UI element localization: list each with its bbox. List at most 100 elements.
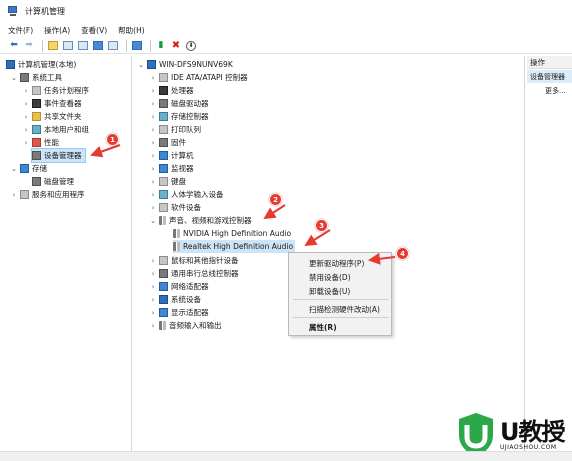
chevron-right-icon[interactable]: › (22, 126, 30, 134)
chevron-right-icon[interactable]: › (149, 270, 157, 278)
device-category-label: 软件设备 (171, 203, 201, 212)
chevron-right-icon[interactable]: › (10, 191, 18, 199)
tree-root-label: 计算机管理(本地) (18, 60, 77, 69)
chevron-right-icon[interactable]: › (149, 322, 157, 330)
toolbar-separator (42, 39, 43, 52)
device-category[interactable]: › 存储控制器 (149, 110, 209, 123)
tree-shared-folders[interactable]: › 共享文件夹 (22, 110, 82, 123)
chevron-right-icon[interactable]: › (149, 191, 157, 199)
device-category-label: 网络适配器 (171, 282, 209, 291)
device-category[interactable]: › 音频输入和输出 (149, 319, 222, 332)
device-category[interactable]: › 处理器 (149, 84, 194, 97)
tree-task-scheduler[interactable]: › 任务计划程序 (22, 84, 89, 97)
chevron-down-icon[interactable]: ⌄ (137, 61, 145, 69)
actions-more[interactable]: 更多... (545, 86, 566, 96)
properties-icon[interactable] (77, 40, 89, 52)
keyboard-icon (159, 177, 168, 186)
menu-view[interactable]: 查看(V) (81, 25, 107, 36)
tree-system-tools[interactable]: ⌄ 系统工具 (10, 71, 62, 84)
device-category[interactable]: › 软件设备 (149, 201, 201, 214)
chevron-right-icon[interactable]: › (22, 139, 30, 147)
tree-disk-management[interactable]: 磁盘管理 (32, 175, 74, 188)
device-category-label: 打印队列 (171, 125, 201, 134)
monitor-icon[interactable] (131, 40, 143, 52)
device-category-label: 系统设备 (171, 295, 201, 304)
tree-root[interactable]: 计算机管理(本地) (6, 58, 76, 71)
panel-icon[interactable] (107, 40, 119, 52)
device-category[interactable]: › 通用串行总线控制器 (149, 267, 239, 280)
device-item[interactable]: NVIDIA High Definition Audio (173, 227, 291, 240)
device-category[interactable]: › 人体学输入设备 (149, 188, 224, 201)
tree-event-viewer[interactable]: › 事件查看器 (22, 97, 82, 110)
chevron-down-icon[interactable]: ⌄ (149, 217, 157, 225)
actions-section[interactable]: 设备管理器 (527, 70, 572, 83)
device-category[interactable]: › 磁盘驱动器 (149, 97, 209, 110)
disk-drive-icon (159, 99, 168, 108)
chevron-right-icon[interactable]: › (149, 309, 157, 317)
back-arrow-icon[interactable]: ⬅ (8, 40, 20, 52)
device-category[interactable]: › 计算机 (149, 149, 194, 162)
menu-scan-hardware[interactable]: 扫描检测硬件改动(A) (309, 304, 380, 315)
chevron-right-icon[interactable]: › (149, 100, 157, 108)
chevron-right-icon[interactable]: › (149, 74, 157, 82)
processor-icon (159, 86, 168, 95)
tree-device-manager[interactable]: 设备管理器 (31, 148, 86, 163)
device-category[interactable]: › 监视器 (149, 162, 194, 175)
device-category-label: 监视器 (171, 164, 194, 173)
menu-action[interactable]: 操作(A) (44, 25, 70, 36)
device-category[interactable]: › 系统设备 (149, 293, 201, 306)
device-tree-computer[interactable]: ⌄ WIN-DFS9NUNV69K (137, 58, 233, 71)
tree-storage[interactable]: ⌄ 存储 (10, 162, 47, 175)
delete-icon[interactable]: ✖ (170, 40, 182, 52)
chevron-right-icon[interactable]: › (149, 283, 157, 291)
device-category[interactable]: › 固件 (149, 136, 186, 149)
device-category-sound[interactable]: ⌄ 声音、视频和游戏控制器 (149, 214, 252, 227)
hid-icon (159, 190, 168, 199)
chevron-right-icon[interactable]: › (22, 100, 30, 108)
menu-uninstall-device[interactable]: 卸载设备(U) (309, 286, 350, 297)
device-category[interactable]: › 显示适配器 (149, 306, 209, 319)
chevron-right-icon[interactable]: › (149, 87, 157, 95)
menu-help[interactable]: 帮助(H) (118, 25, 145, 36)
device-category[interactable]: › 鼠标和其他指针设备 (149, 254, 239, 267)
device-category[interactable]: › IDE ATA/ATAPI 控制器 (149, 71, 248, 84)
device-category-label: 音频输入和输出 (169, 321, 222, 330)
help-icon[interactable] (92, 40, 104, 52)
device-category[interactable]: › 键盘 (149, 175, 186, 188)
tree-local-users[interactable]: › 本地用户和组 (22, 123, 89, 136)
device-category-label: 存储控制器 (171, 112, 209, 121)
device-category[interactable]: › 网络适配器 (149, 280, 209, 293)
folder-up-icon[interactable] (47, 40, 59, 52)
menu-file[interactable]: 文件(F) (8, 25, 33, 36)
tree-services-apps[interactable]: › 服务和应用程序 (10, 188, 85, 201)
chevron-right-icon[interactable]: › (149, 113, 157, 121)
enable-device-icon[interactable]: ▮ (155, 40, 167, 52)
computer-icon (159, 151, 168, 160)
device-item-selected[interactable]: Realtek High Definition Audio (173, 240, 296, 253)
toolbar-separator (150, 39, 151, 52)
chevron-right-icon[interactable]: › (149, 296, 157, 304)
chevron-right-icon[interactable]: › (22, 113, 30, 121)
menu-disable-device[interactable]: 禁用设备(D) (309, 272, 351, 283)
chevron-right-icon[interactable]: › (149, 257, 157, 265)
step-badge-2: 2 (269, 193, 282, 206)
chevron-right-icon[interactable]: › (149, 152, 157, 160)
chevron-right-icon[interactable]: › (149, 165, 157, 173)
device-category[interactable]: › 打印队列 (149, 123, 201, 136)
forward-arrow-icon[interactable]: ➡ (23, 40, 35, 52)
tree-performance[interactable]: › 性能 (22, 136, 59, 149)
download-icon[interactable]: ⬇ (185, 40, 197, 52)
system-device-icon (159, 295, 168, 304)
chevron-right-icon[interactable]: › (149, 126, 157, 134)
chevron-right-icon[interactable]: › (149, 204, 157, 212)
chevron-down-icon[interactable]: ⌄ (10, 165, 18, 173)
chevron-right-icon[interactable]: › (22, 87, 30, 95)
step-badge-1: 1 (106, 133, 119, 146)
chevron-down-icon[interactable]: ⌄ (10, 74, 18, 82)
console-tree-icon[interactable] (62, 40, 74, 52)
chevron-right-icon[interactable]: › (149, 139, 157, 147)
display-adapter-icon (159, 308, 168, 317)
menu-properties[interactable]: 属性(R) (309, 322, 337, 333)
chevron-right-icon[interactable]: › (149, 178, 157, 186)
menu-update-driver[interactable]: 更新驱动程序(P) (309, 258, 364, 269)
